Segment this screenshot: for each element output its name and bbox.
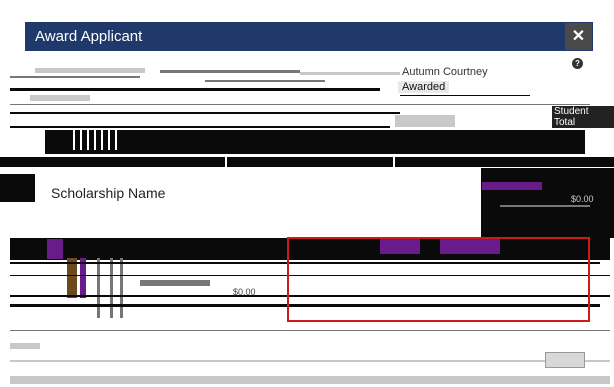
- award-amount-field[interactable]: $0.00: [233, 287, 256, 297]
- applicant-name-echo: Autumn Courtney: [402, 66, 488, 78]
- scholarship-name-label: Scholarship Name: [51, 185, 166, 201]
- scholarship-name-panel: Scholarship Name: [35, 168, 481, 238]
- close-button[interactable]: ✕: [565, 23, 592, 50]
- awarded-status-label: Awarded: [398, 81, 450, 93]
- dialog-titlebar: Award Applicant: [25, 22, 593, 51]
- dialog-title: Award Applicant: [35, 28, 143, 45]
- close-icon: ✕: [571, 28, 586, 45]
- student-total-label: Student Total: [552, 106, 614, 128]
- help-icon[interactable]: ?: [572, 58, 583, 69]
- highlight-box: [287, 237, 590, 322]
- summary-amount: $0.00: [571, 194, 594, 204]
- footer-action-button[interactable]: [545, 352, 585, 368]
